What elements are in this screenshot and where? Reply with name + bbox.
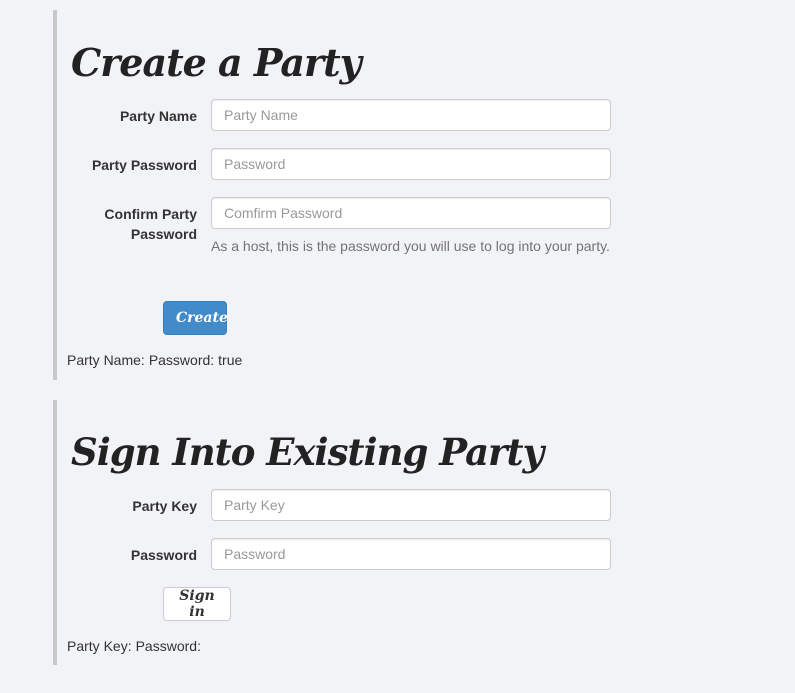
party-password-input[interactable] xyxy=(211,148,611,180)
create-status-line: Party Name: Password: true xyxy=(67,352,246,368)
status-password-label: Password: xyxy=(148,352,215,368)
create-party-title: Create a Party xyxy=(71,40,362,85)
sign-in-button[interactable]: Sign in xyxy=(163,587,231,621)
confirm-password-label-line1: Confirm Party xyxy=(104,206,197,222)
create-button[interactable]: Create xyxy=(163,301,228,335)
party-key-input[interactable] xyxy=(211,489,611,521)
create-party-section: Create a Party Party Name Party Password… xyxy=(53,10,757,380)
status-party-key-label: Party Key: xyxy=(67,638,132,654)
sign-in-section: Sign Into Existing Party Party Key Passw… xyxy=(53,400,757,665)
sign-in-title: Sign Into Existing Party xyxy=(71,430,544,474)
confirm-password-label: Confirm Party Password xyxy=(57,204,197,244)
host-password-help-text: As a host, this is the password you will… xyxy=(211,238,610,254)
confirm-password-input[interactable] xyxy=(211,197,611,229)
party-key-label: Party Key xyxy=(132,498,197,514)
party-name-input[interactable] xyxy=(211,99,611,131)
sign-in-password-label: Password xyxy=(130,547,197,563)
confirm-password-label-line2: Password xyxy=(130,226,197,242)
status-party-name-label: Party Name: xyxy=(67,352,145,368)
party-name-label: Party Name xyxy=(119,108,197,124)
sign-in-status-line: Party Key: Password: xyxy=(67,638,205,654)
status-sign-in-password-label: Password: xyxy=(135,638,201,654)
party-password-label: Party Password xyxy=(91,157,197,173)
sign-in-password-input[interactable] xyxy=(211,538,611,570)
status-password-value: true xyxy=(218,352,243,368)
